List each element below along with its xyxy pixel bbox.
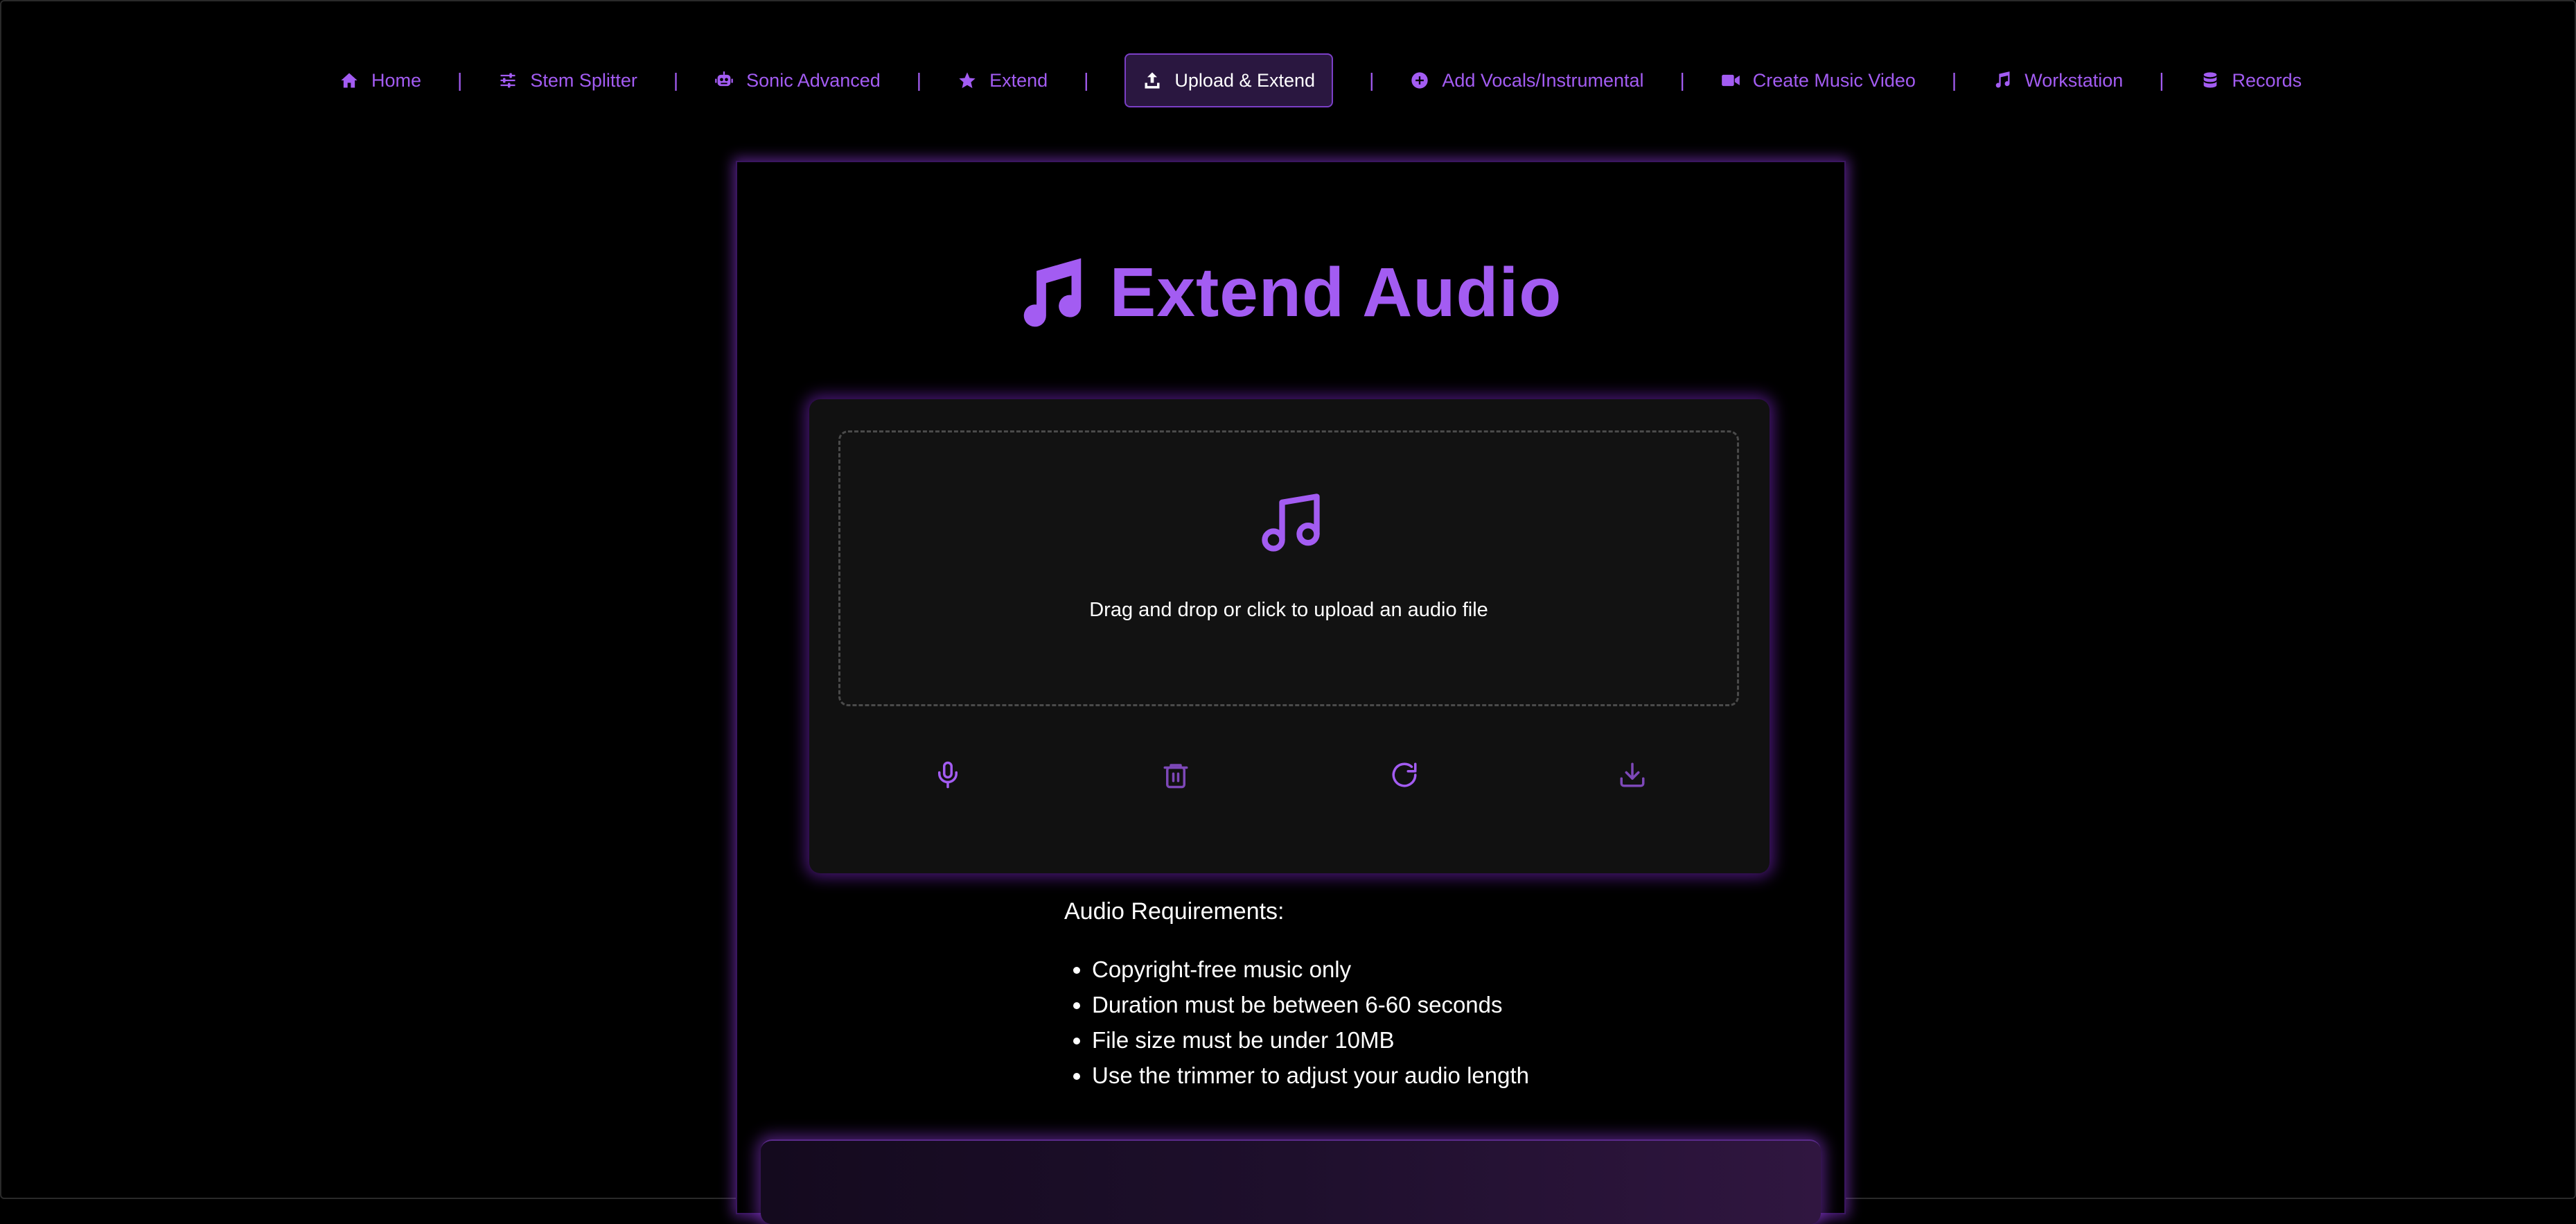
music-note-icon [1995, 71, 2010, 88]
nav-records[interactable]: Records [2200, 53, 2302, 107]
list-item: Use the trimmer to adjust your audio len… [1092, 1058, 1529, 1093]
top-nav: Home | Stem Splitter | Sonic Advanced | … [339, 53, 2302, 107]
nav-sonic-advanced-label: Sonic Advanced [746, 69, 881, 91]
requirements-list: Copyright-free music only Duration must … [1064, 952, 1529, 1093]
video-icon [1721, 74, 1740, 87]
nav-upload-extend[interactable]: Upload & Extend [1124, 53, 1334, 107]
list-item: Duration must be between 6-60 seconds [1092, 987, 1529, 1022]
download-button[interactable] [1616, 758, 1649, 792]
page-title: Extend Audio [1109, 254, 1562, 331]
nav-create-music-video[interactable]: Create Music Video [1721, 53, 1916, 107]
nav-stem-splitter[interactable]: Stem Splitter [498, 53, 637, 107]
nav-separator: | [457, 69, 463, 91]
list-item: Copyright-free music only [1092, 952, 1529, 987]
dropzone-text: Drag and drop or click to upload an audi… [1089, 599, 1488, 621]
nav-sonic-advanced[interactable]: Sonic Advanced [714, 53, 881, 107]
nav-extend-label: Extend [989, 69, 1048, 91]
secondary-panel [761, 1139, 1821, 1224]
audio-dropzone[interactable]: Drag and drop or click to upload an audi… [838, 430, 1739, 706]
nav-separator: | [2159, 69, 2164, 91]
nav-separator: | [1951, 69, 1957, 91]
microphone-icon [938, 761, 958, 789]
nav-add-vocals-label: Add Vocals/Instrumental [1442, 69, 1644, 91]
record-button[interactable] [931, 758, 964, 792]
database-icon [2203, 72, 2216, 88]
list-item: File size must be under 10MB [1092, 1022, 1529, 1058]
nav-workstation-label: Workstation [2024, 69, 2124, 91]
audio-requirements: Audio Requirements: Copyright-free music… [1064, 898, 1529, 1093]
robot-icon [715, 71, 733, 87]
nav-records-label: Records [2232, 69, 2302, 91]
upload-panel: Drag and drop or click to upload an audi… [809, 399, 1770, 873]
nav-separator: | [916, 69, 922, 91]
nav-add-vocals[interactable]: Add Vocals/Instrumental [1410, 53, 1644, 107]
plus-circle-icon [1411, 72, 1429, 89]
star-icon [959, 72, 976, 89]
nav-create-music-video-label: Create Music Video [1752, 69, 1916, 91]
nav-separator: | [1369, 69, 1375, 91]
reset-button[interactable] [1388, 758, 1421, 792]
nav-separator: | [673, 69, 679, 91]
requirements-heading: Audio Requirements: [1064, 898, 1285, 925]
trash-icon [1163, 764, 1188, 789]
nav-extend[interactable]: Extend [958, 53, 1048, 107]
delete-button[interactable] [1159, 758, 1192, 792]
nav-separator: | [1084, 69, 1089, 91]
upload-icon [1145, 72, 1160, 89]
refresh-icon [1392, 762, 1417, 787]
nav-home[interactable]: Home [339, 53, 421, 107]
home-icon [341, 73, 358, 88]
sliders-icon [500, 73, 515, 88]
download-icon [1620, 762, 1645, 787]
music-note-icon [1262, 493, 1320, 552]
nav-workstation[interactable]: Workstation [1993, 53, 2123, 107]
nav-home-label: Home [371, 69, 422, 91]
nav-separator: | [1679, 69, 1685, 91]
music-note-icon [1023, 258, 1081, 326]
nav-upload-extend-label: Upload & Extend [1174, 69, 1316, 91]
nav-stem-splitter-label: Stem Splitter [530, 69, 637, 91]
page-header: Extend Audio [0, 253, 2576, 333]
